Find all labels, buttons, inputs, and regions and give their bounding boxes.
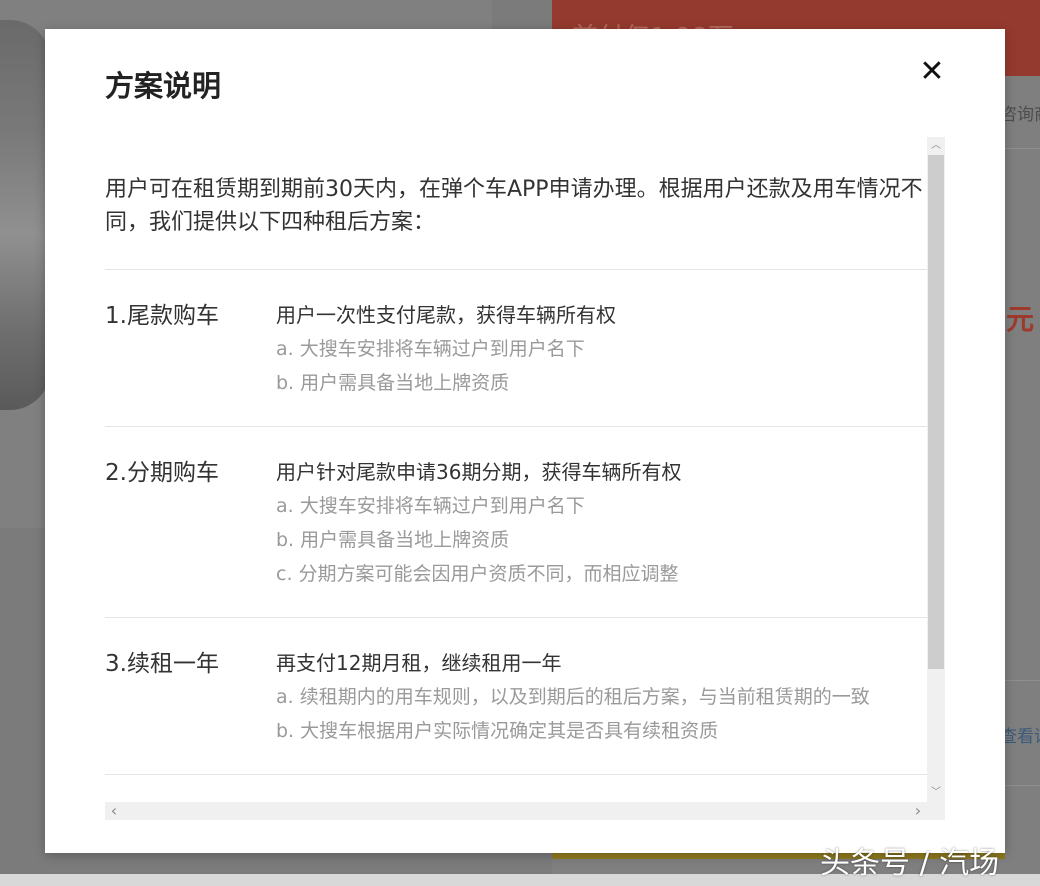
dialog-title: 方案说明 (105, 69, 222, 103)
vertical-scroll-thumb[interactable] (928, 155, 944, 669)
scrollbar-corner (927, 802, 945, 820)
close-icon[interactable]: ✕ (917, 57, 947, 87)
dialog-content: 用户可在租赁期到期前30天内，在弹个车APP申请办理。根据用户还款及用车情况不同… (105, 137, 927, 775)
view-detail-link[interactable]: 查看详 (1000, 722, 1040, 747)
car-image (0, 20, 50, 410)
plan-explanation-dialog: 方案说明 ✕ 用户可在租赁期到期前30天内，在弹个车APP申请办理。根据用户还款… (45, 29, 1005, 853)
plan-description: 再支付12期月租，继续租用一年 (276, 651, 562, 675)
plan-note: b. 用户需具备当地上牌资质 (276, 372, 510, 394)
vertical-scrollbar[interactable]: ︿ ﹀ (927, 137, 945, 802)
plan-note: c. 分期方案可能会因用户资质不同，而相应调整 (276, 563, 679, 585)
plan-item: 3.续租一年 再支付12期月租，继续租用一年 a. 续租期内的用车规则，以及到期… (105, 618, 927, 775)
scroll-left-icon[interactable]: ‹ (105, 802, 123, 820)
plan-note: a. 大搜车安排将车辆过户到用户名下 (276, 495, 585, 517)
scroll-right-icon[interactable]: › (909, 802, 927, 820)
plan-description: 用户一次性支付尾款，获得车辆所有权 (276, 303, 616, 327)
horizontal-scrollbar[interactable]: ‹ › (105, 802, 945, 820)
divider (1005, 680, 1040, 681)
plan-name: 3.续租一年 (105, 651, 219, 677)
dialog-scroll-area[interactable]: 用户可在租赁期到期前30天内，在弹个车APP申请办理。根据用户还款及用车情况不同… (105, 137, 945, 820)
divider (1005, 148, 1040, 149)
plan-note: b. 用户需具备当地上牌资质 (276, 529, 510, 551)
plan-note: a. 续租期内的用车规则，以及到期后的租后方案，与当前租赁期的一致 (276, 686, 870, 708)
plan-description: 用户针对尾款申请36期分期，获得车辆所有权 (276, 460, 682, 484)
consult-link[interactable]: 咨询商 (1000, 100, 1040, 125)
scroll-up-icon[interactable]: ︿ (927, 137, 945, 155)
plan-note: a. 大搜车安排将车辆过户到用户名下 (276, 338, 585, 360)
plan-item: 2.分期购车 用户针对尾款申请36期分期，获得车辆所有权 a. 大搜车安排将车辆… (105, 427, 927, 618)
plan-name: 1.尾款购车 (105, 303, 219, 329)
watermark: 头条号 / 汽场 (820, 846, 1000, 881)
plan-item: 1.尾款购车 用户一次性支付尾款，获得车辆所有权 a. 大搜车安排将车辆过户到用… (105, 270, 927, 427)
plan-note: b. 大搜车根据用户实际情况确定其是否具有续租资质 (276, 720, 719, 742)
plan-name: 2.分期购车 (105, 460, 219, 486)
intro-text: 用户可在租赁期到期前30天内，在弹个车APP申请办理。根据用户还款及用车情况不同… (105, 137, 927, 270)
divider (1005, 785, 1040, 786)
scroll-down-icon[interactable]: ﹀ (927, 784, 945, 802)
price-unit: 元 (1006, 303, 1035, 336)
